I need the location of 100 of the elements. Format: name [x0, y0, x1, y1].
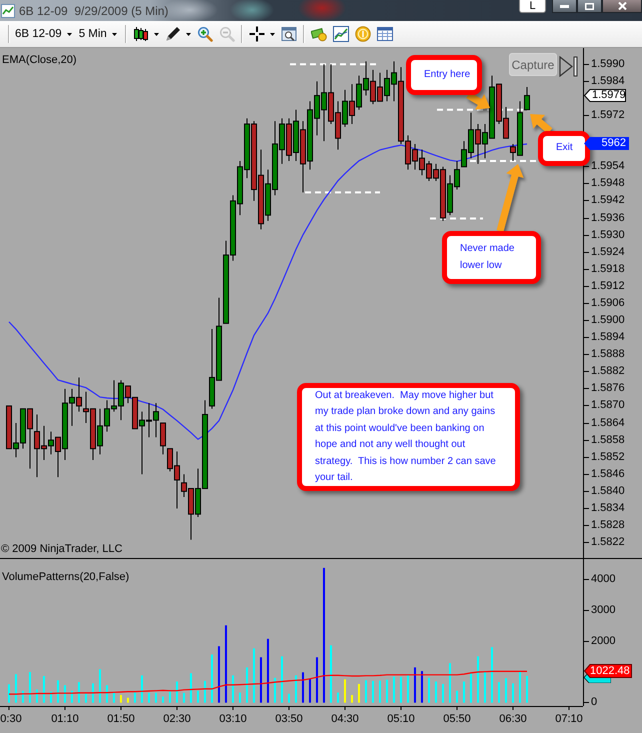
bar — [120, 695, 122, 703]
bar — [134, 692, 136, 703]
price-label: 1.5948 — [591, 177, 625, 190]
price-label: 1.5876 — [591, 382, 625, 396]
bar — [372, 680, 374, 703]
price-label: 1.5942 — [591, 194, 625, 208]
bar — [42, 676, 45, 703]
time-label: 04:30 — [330, 713, 360, 726]
time-label: 05:10 — [386, 713, 416, 726]
price-label: 1.5882 — [591, 365, 625, 378]
bar — [78, 682, 80, 703]
bar — [84, 694, 87, 703]
time-label: 05:50 — [442, 713, 472, 726]
window-magnifier-icon — [280, 26, 297, 42]
close-button[interactable] — [602, 0, 642, 13]
minimize-icon — [560, 4, 569, 8]
bar — [92, 683, 94, 703]
capture-button[interactable]: Capture — [509, 53, 557, 76]
title-bar-button[interactable]: L — [519, 0, 546, 13]
callout-arrow — [496, 164, 524, 232]
play-bar-icon[interactable] — [559, 56, 578, 77]
bar — [330, 645, 332, 703]
bar — [406, 674, 409, 703]
window-title: 6B 12-09 9/29/2009 (5 Min) — [19, 4, 168, 18]
line-chart-icon — [332, 26, 349, 42]
bar — [190, 673, 192, 703]
price-label: 1.5930 — [591, 228, 625, 242]
price-label: 1.5972 — [591, 108, 625, 122]
price-label: 1.5918 — [591, 262, 625, 276]
bar — [288, 694, 290, 703]
maximize-button[interactable] — [577, 0, 602, 13]
bar — [176, 682, 178, 703]
bar — [414, 667, 416, 703]
price-label: 1.5846 — [591, 468, 625, 481]
annotation-callout: Out at breakeven. May move higher but my trade plan broke down and any gains at this point would've been banking on hope and not any well thought out strategy. This is how number 2 can save your tail. — [297, 383, 520, 491]
volume-tag: 1022.48 — [584, 664, 632, 678]
bar — [322, 568, 325, 703]
bar — [280, 656, 283, 703]
table-icon — [376, 26, 393, 42]
bar — [106, 685, 108, 703]
dashed-level-line — [430, 218, 483, 220]
bar — [484, 672, 486, 703]
bar — [196, 690, 199, 703]
price-label: 1.5990 — [591, 58, 625, 71]
bar — [358, 684, 360, 703]
bar — [364, 680, 367, 703]
toolbar-dropdown[interactable]: 5 Min — [76, 23, 122, 45]
bar — [162, 696, 164, 703]
coin-icon — [354, 26, 371, 42]
price-label: 1.5858 — [591, 434, 625, 447]
bar — [140, 675, 143, 703]
annotation-callout: Never made lower low — [442, 231, 541, 284]
bar — [294, 675, 297, 703]
candlestick — [524, 86, 530, 110]
price-label: 1.5828 — [591, 519, 625, 532]
price-label: 1.5936 — [591, 212, 625, 224]
time-label: 03:10 — [218, 713, 248, 726]
bar — [512, 683, 514, 703]
bar — [336, 692, 339, 703]
maximize-icon — [585, 2, 594, 10]
annotation-callout: Exit — [538, 131, 590, 166]
bar — [148, 692, 150, 703]
toolbar-dropdown[interactable]: 6B 12-09 — [13, 23, 77, 45]
callout-arrow — [530, 114, 552, 134]
bar — [420, 671, 423, 703]
candlestick-icon — [132, 26, 149, 42]
bar — [386, 680, 388, 703]
bar — [36, 689, 38, 703]
price-tag: 1.5979 — [584, 89, 626, 102]
bar — [266, 638, 269, 703]
price-label: 1.5822 — [591, 536, 625, 550]
bar — [442, 684, 444, 703]
price-label: 1.5840 — [591, 484, 625, 498]
bar — [274, 678, 276, 703]
bar — [8, 684, 10, 703]
bar — [470, 673, 472, 703]
volume-label: 4000 — [591, 573, 616, 586]
bar — [28, 672, 31, 703]
bar — [14, 674, 17, 703]
bar — [462, 682, 465, 703]
bar — [224, 625, 227, 703]
crosshair-icon — [248, 26, 265, 42]
bar — [498, 682, 500, 703]
bar — [154, 692, 157, 703]
time-label: 01:50 — [106, 713, 136, 726]
chart-icon — [1, 4, 15, 18]
minimize-button[interactable] — [552, 0, 577, 13]
bar — [456, 690, 458, 703]
annotation-callout: Entry here — [406, 55, 482, 95]
bar — [56, 680, 59, 703]
bar — [344, 679, 346, 703]
bar — [526, 676, 528, 703]
price-label: 1.5894 — [591, 331, 625, 344]
price-label: 1.5900 — [591, 314, 625, 327]
bar — [428, 678, 430, 703]
bar — [518, 672, 521, 703]
copyright-text: © 2009 NinjaTrader, LLC — [1, 542, 122, 556]
bar — [308, 678, 311, 703]
indicator-label: VolumePatterns(20,False) — [2, 570, 130, 584]
time-label: 01:10 — [50, 713, 80, 726]
